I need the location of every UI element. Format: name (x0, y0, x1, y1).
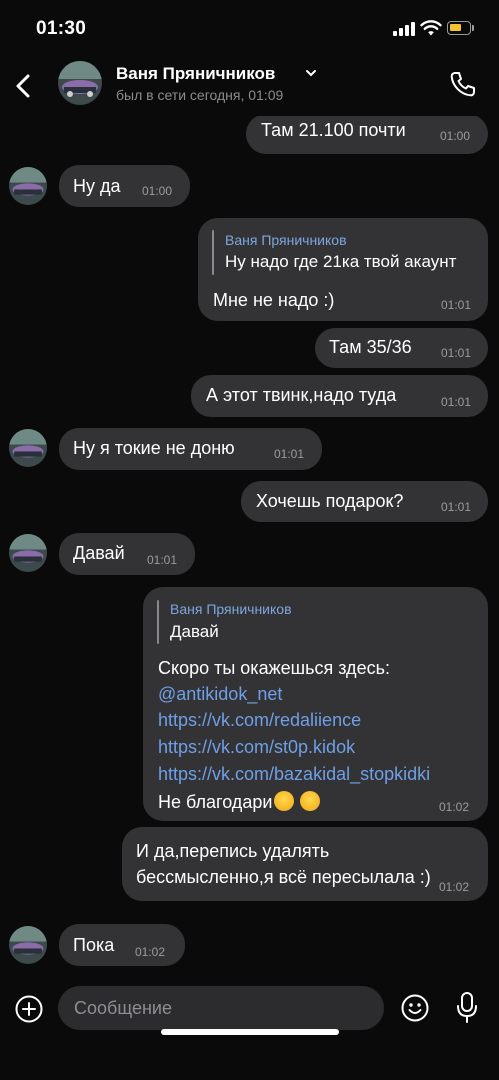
message-text: Там 21.100 почти (261, 120, 406, 140)
avatar[interactable] (9, 926, 47, 964)
message-outgoing[interactable]: И да,перепись удалять бессмысленно,я всё… (122, 827, 488, 901)
message-text: Давай (73, 543, 125, 563)
message-time: 01:02 (439, 800, 470, 814)
composer: Сообщение (0, 972, 499, 1080)
url-link[interactable]: https://vk.com/st0p.kidok (158, 737, 355, 758)
message-line: Не благодари (158, 791, 321, 813)
message-line: Скоро ты окажешься здесь: (158, 658, 390, 678)
avatar[interactable] (9, 429, 47, 467)
message-time: 01:01 (441, 395, 472, 409)
reply-indicator (212, 230, 214, 275)
avatar[interactable] (9, 534, 47, 572)
chevron-down-icon[interactable] (304, 66, 318, 80)
message-time: 01:01 (441, 298, 472, 312)
signal-icon (393, 22, 415, 36)
contact-status: был в сети сегодня, 01:09 (116, 87, 284, 103)
status-bar: 01:30 (0, 0, 499, 56)
message-time: 01:00 (142, 184, 173, 198)
message-incoming[interactable]: Ну да 01:00 (59, 165, 190, 207)
message-time: 01:01 (274, 447, 305, 461)
message-line-text: Не благодари (158, 792, 273, 812)
url-link[interactable]: https://vk.com/bazakidal_stopkidki (158, 764, 430, 785)
grinning-sweat-emoji-icon (274, 791, 295, 811)
avatar[interactable] (9, 167, 47, 205)
message-outgoing[interactable]: Хочешь подарок? 01:01 (241, 481, 488, 522)
message-input[interactable]: Сообщение (58, 986, 384, 1030)
battery-charging-icon (447, 21, 471, 35)
message-time: 01:01 (147, 553, 178, 567)
back-icon[interactable] (10, 68, 38, 104)
message-time: 01:02 (439, 880, 470, 894)
avatar[interactable] (58, 61, 102, 105)
reply-text: Давай (170, 622, 219, 641)
message-text: Мне не надо :) (213, 290, 335, 310)
message-text: Пока (73, 935, 115, 955)
message-outgoing[interactable]: Там 35/36 01:01 (315, 328, 488, 368)
phone-icon[interactable] (448, 69, 478, 99)
microphone-icon[interactable] (455, 991, 479, 1025)
wifi-icon (420, 20, 442, 36)
message-list[interactable]: Там 21.100 почти 01:00 Ну да 01:00 Ваня … (0, 114, 499, 972)
reply-author: Ваня Пряничников (225, 232, 347, 248)
chat-header: Ваня Пряничников был в сети сегодня, 01:… (0, 56, 499, 116)
url-link[interactable]: https://vk.com/redaliience (158, 710, 361, 731)
message-time: 01:01 (441, 346, 472, 360)
mention-link[interactable]: @antikidok_net (158, 684, 282, 705)
contact-name[interactable]: Ваня Пряничников (116, 64, 275, 84)
message-line: бессмысленно,я всё пересылала :) (136, 867, 431, 887)
plus-icon[interactable] (14, 994, 44, 1024)
message-outgoing[interactable]: Ваня Пряничников Ну надо где 21ка твой а… (198, 218, 488, 321)
battery-tip (472, 25, 474, 31)
message-outgoing[interactable]: А этот твинк,надо туда 01:01 (191, 375, 488, 417)
message-line: И да,перепись удалять (136, 841, 330, 861)
message-time: 01:01 (441, 500, 472, 514)
message-text: А этот твинк,надо туда (206, 385, 397, 405)
message-text: Там 35/36 (329, 337, 412, 357)
message-incoming[interactable]: Давай 01:01 (59, 533, 195, 575)
message-text: Ну я токие не доню (73, 438, 235, 458)
status-time: 01:30 (36, 18, 87, 39)
message-outgoing[interactable]: Ваня Пряничников Давай Скоро ты окажешьс… (143, 587, 488, 821)
upside-down-face-emoji-icon (300, 791, 321, 811)
reply-text: Ну надо где 21ка твой акаунт (225, 252, 457, 271)
home-indicator[interactable] (161, 1029, 339, 1035)
message-outgoing[interactable]: Там 21.100 почти 01:00 (246, 114, 488, 154)
reply-author: Ваня Пряничников (170, 601, 292, 617)
message-incoming[interactable]: Пока 01:02 (59, 924, 185, 966)
message-time: 01:02 (135, 945, 166, 959)
message-incoming[interactable]: Ну я токие не доню 01:01 (59, 428, 322, 470)
message-input-placeholder: Сообщение (74, 998, 172, 1018)
reply-indicator (157, 600, 159, 644)
message-text: Ну да (73, 176, 121, 196)
message-text: Хочешь подарок? (256, 491, 404, 511)
message-time: 01:00 (440, 129, 471, 143)
smile-icon[interactable] (400, 993, 430, 1023)
